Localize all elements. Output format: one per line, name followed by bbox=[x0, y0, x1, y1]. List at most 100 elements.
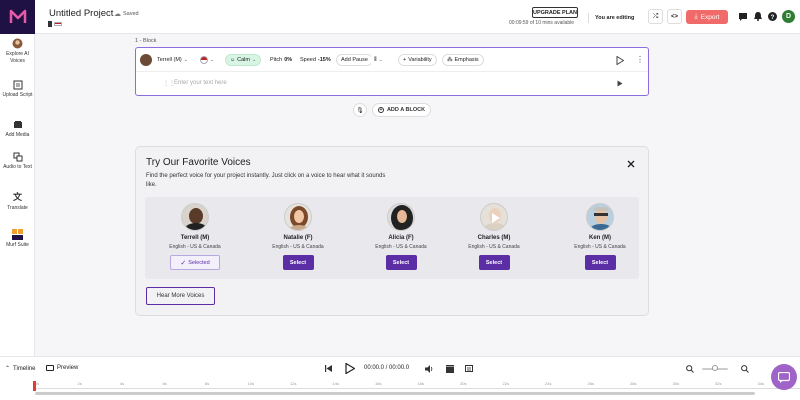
voice-portrait bbox=[181, 203, 209, 231]
project-title[interactable]: Untitled Project bbox=[49, 8, 113, 19]
minutes-available: 00:09:59 of 10 mins available bbox=[509, 20, 575, 26]
favorite-voices-title: Try Our Favorite Voices bbox=[146, 157, 251, 168]
add-block-button[interactable]: + ADD A BLOCK bbox=[372, 103, 431, 117]
chevron-down-icon: ⌄ bbox=[378, 57, 383, 63]
download-icon: ⤓ bbox=[694, 13, 698, 20]
add-pause-button[interactable]: Add Pause bbox=[336, 54, 373, 66]
select-button[interactable]: Select bbox=[584, 255, 616, 270]
pitch-value: 0% bbox=[284, 57, 293, 63]
chevron-down-icon: ⌄ bbox=[251, 57, 257, 63]
voice-name: Natalie (F) bbox=[283, 235, 313, 241]
style-label: Calm bbox=[237, 57, 250, 63]
audio-to-text-icon bbox=[12, 151, 23, 162]
zoom-in-icon[interactable] bbox=[740, 364, 749, 373]
block-label: 1 - Block bbox=[135, 38, 157, 44]
select-button[interactable]: Select bbox=[282, 255, 314, 270]
timeline-toggle[interactable]: ⌃ Timeline bbox=[5, 365, 35, 373]
playhead[interactable] bbox=[33, 381, 36, 391]
favorite-voices-description: Find the perfect voice for your project … bbox=[146, 173, 386, 188]
language-selector[interactable]: ⌄ bbox=[196, 54, 219, 66]
voice-name: Charles (M) bbox=[477, 235, 511, 241]
voice-card[interactable]: Ken (M) English - US & Canada Select bbox=[550, 197, 650, 279]
share-button[interactable]: ⤮ bbox=[648, 9, 663, 24]
chat-support-button[interactable] bbox=[771, 364, 797, 390]
sidebar-item-label: Audio to Text bbox=[3, 164, 32, 170]
timeline-scrollbar[interactable] bbox=[35, 392, 755, 395]
add-circle-icon: + bbox=[377, 107, 384, 113]
monitor-icon bbox=[46, 365, 54, 371]
subtitles-icon[interactable] bbox=[464, 364, 473, 373]
block-text-input[interactable]: Enter your text here bbox=[174, 80, 227, 86]
sidebar-item-add-media[interactable]: Add Media bbox=[0, 119, 35, 139]
emphasis-label: Emphasis bbox=[454, 57, 479, 63]
sidebar-item-translate[interactable]: 文 Translate bbox=[0, 192, 35, 212]
play-icon[interactable] bbox=[491, 213, 500, 223]
check-icon: ✓ bbox=[180, 259, 187, 267]
select-button[interactable]: Select bbox=[385, 255, 417, 270]
voice-language: English - US & Canada bbox=[272, 244, 324, 250]
timeline-tick-label: 26s bbox=[587, 381, 594, 386]
emphasis-button[interactable]: ⁂ Emphasis bbox=[442, 54, 484, 66]
chevron-up-icon: ⌃ bbox=[5, 366, 11, 372]
embed-button[interactable]: <> bbox=[667, 9, 682, 24]
zoom-out-icon[interactable] bbox=[685, 364, 694, 373]
sidebar-item-murf-suite[interactable]: Murf Suite bbox=[0, 229, 35, 249]
top-header: Untitled Project ☁ Saved UPGRADE PLAN 00… bbox=[35, 0, 800, 34]
sidebar-item-label: Upload Script bbox=[2, 92, 33, 98]
code-icon: <> bbox=[670, 13, 678, 20]
voice-input-button[interactable]: 🎙 bbox=[353, 103, 367, 117]
text-block[interactable]: Terrell (M) ⌄ ⌄ ☺ Calm ⌄ Pitch 0% Speed … bbox=[135, 47, 649, 96]
murf-logo[interactable] bbox=[0, 0, 35, 34]
variability-button[interactable]: + Variability bbox=[398, 54, 437, 66]
upload-script-icon bbox=[12, 79, 23, 90]
style-selector[interactable]: ☺ Calm ⌄ bbox=[225, 54, 262, 66]
pause-options[interactable]: ⦀ ⌄ bbox=[370, 54, 387, 66]
sidebar-item-label: Translate bbox=[7, 205, 28, 211]
notification-bell-icon[interactable] bbox=[753, 12, 762, 21]
voice-portrait bbox=[586, 203, 614, 231]
voice-selector[interactable]: Terrell (M) ⌄ bbox=[140, 54, 188, 66]
clapperboard-icon[interactable] bbox=[445, 364, 454, 373]
sidebar-item-upload-script[interactable]: Upload Script bbox=[0, 79, 35, 99]
flag-icon bbox=[200, 56, 208, 64]
select-button[interactable]: Select bbox=[478, 255, 510, 270]
upgrade-plan-button[interactable]: UPGRADE PLAN bbox=[532, 7, 578, 18]
user-avatar[interactable]: D bbox=[782, 10, 795, 23]
timeline-ruler[interactable]: 0s 2s 4s 6s 8s 10s 12s 14s 16s 18s 20s 22s 24s 26s 28s… bbox=[35, 380, 800, 389]
chat-icon bbox=[778, 371, 790, 383]
speed-label: Speed bbox=[300, 57, 316, 63]
voice-card[interactable]: Charles (M) English - US & Canada Select bbox=[444, 197, 544, 279]
export-button[interactable]: ⤓ Export bbox=[686, 10, 728, 24]
more-options-icon[interactable]: ⋮ bbox=[636, 55, 644, 64]
zoom-slider-handle[interactable] bbox=[712, 365, 718, 371]
add-block-label: ADD A BLOCK bbox=[386, 107, 426, 113]
timeline-tick-label: 10s bbox=[247, 381, 254, 386]
logo-icon bbox=[9, 9, 26, 23]
voice-language: English - US & Canada bbox=[169, 244, 221, 250]
close-icon[interactable] bbox=[626, 159, 636, 169]
add-pause-label: Add Pause bbox=[341, 57, 368, 63]
voice-card[interactable]: Terrell (M) English - US & Canada ✓ Sele… bbox=[145, 197, 245, 279]
speed-control[interactable]: Speed -15% bbox=[296, 54, 335, 66]
preview-button[interactable]: Preview bbox=[46, 365, 78, 371]
voice-card[interactable]: Alicia (F) English - US & Canada Select bbox=[351, 197, 451, 279]
play-paragraph-icon[interactable] bbox=[617, 80, 623, 89]
sidebar-item-audio-to-text[interactable]: Audio to Text bbox=[0, 151, 35, 171]
voice-portrait bbox=[387, 203, 415, 231]
play-icon[interactable] bbox=[344, 362, 356, 374]
pitch-control[interactable]: Pitch 0% bbox=[266, 54, 297, 66]
skip-back-icon[interactable] bbox=[324, 364, 333, 373]
volume-icon[interactable] bbox=[425, 364, 434, 373]
help-icon[interactable]: ? bbox=[768, 12, 777, 21]
timeline-tick-label: 20s bbox=[460, 381, 467, 386]
comments-icon[interactable] bbox=[738, 12, 747, 21]
export-label: Export bbox=[700, 13, 720, 21]
play-block-icon[interactable] bbox=[616, 55, 625, 67]
voice-card[interactable]: Natalie (F) English - US & Canada Select bbox=[248, 197, 348, 279]
hear-more-voices-button[interactable]: Hear More Voices bbox=[146, 287, 215, 305]
selected-button[interactable]: ✓ Selected bbox=[170, 255, 220, 270]
sidebar-item-explore-voices[interactable]: Explore AI Voices bbox=[0, 38, 35, 64]
timeline-tick-label: 2s bbox=[77, 381, 82, 386]
timeline-panel: ⌃ Timeline Preview 00:00.0 / 00:00.0 0s 2… bbox=[0, 356, 800, 400]
voice-name: Ken (M) bbox=[589, 235, 611, 241]
